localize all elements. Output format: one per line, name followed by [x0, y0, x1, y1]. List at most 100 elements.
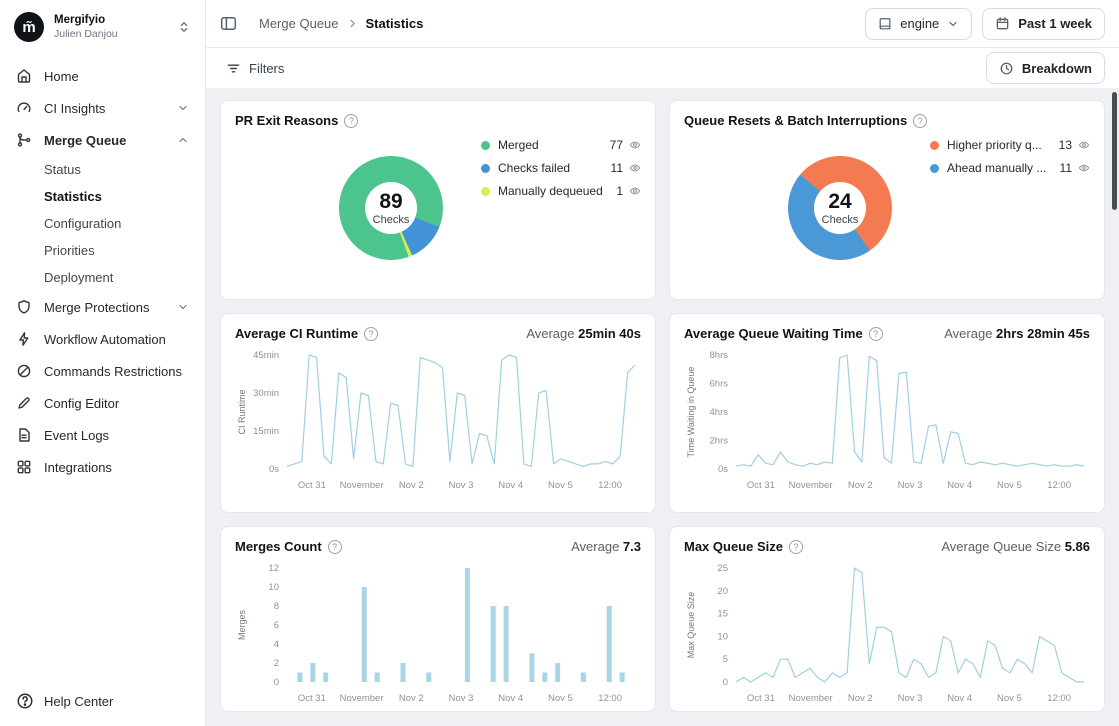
breadcrumb-separator-icon [347, 18, 358, 29]
svg-text:Nov 5: Nov 5 [548, 693, 573, 704]
card-title: Average CI Runtime [235, 326, 358, 341]
breakdown-button[interactable]: Breakdown [986, 52, 1105, 84]
shield-icon [16, 299, 32, 315]
filters-label: Filters [249, 61, 284, 76]
svg-text:0: 0 [274, 677, 279, 688]
sidebar-item-workflow-automation[interactable]: Workflow Automation [0, 323, 205, 355]
sidebar-nav: Home CI Insights Merge Queue Status Stat… [0, 52, 205, 676]
filters-button[interactable]: Filters [220, 57, 290, 80]
sidebar-item-home[interactable]: Home [0, 60, 205, 92]
svg-text:Merges: Merges [237, 609, 247, 640]
help-icon[interactable] [344, 114, 358, 128]
svg-text:Nov 2: Nov 2 [848, 693, 873, 704]
help-icon[interactable] [913, 114, 927, 128]
donut-total: 89 [379, 190, 402, 213]
svg-text:Max Queue Size: Max Queue Size [686, 592, 696, 659]
legend-label: Higher priority q... [947, 138, 1051, 152]
legend-dot [481, 164, 490, 173]
sidebar-item-label: Home [44, 69, 79, 84]
donut-center: 89 Checks [339, 156, 443, 260]
help-icon[interactable] [869, 327, 883, 341]
svg-text:0s: 0s [718, 464, 728, 475]
legend-dot [930, 141, 939, 150]
eye-icon[interactable] [629, 186, 641, 196]
sidebar-item-ci-insights[interactable]: CI Insights [0, 92, 205, 124]
svg-text:Nov 4: Nov 4 [947, 480, 972, 491]
sidebar-item-label: Merge Protections [44, 300, 150, 315]
legend-item: Manually dequeued 1 [481, 184, 641, 198]
sidebar-item-integrations[interactable]: Integrations [0, 451, 205, 483]
sidebar-item-event-logs[interactable]: Event Logs [0, 419, 205, 451]
sidebar-item-label: Integrations [44, 460, 112, 475]
legend-value: 77 [610, 138, 623, 152]
sidebar-item-config-editor[interactable]: Config Editor [0, 387, 205, 419]
chevron-down-icon [177, 301, 189, 313]
card-title: Average Queue Waiting Time [684, 326, 863, 341]
help-icon[interactable] [328, 540, 342, 554]
app: m̃ Mergifyio Julien Danjou Home CI Insig… [0, 0, 1119, 726]
filter-toolbar: Filters Breakdown [206, 48, 1119, 88]
sidebar-item-configuration[interactable]: Configuration [0, 210, 205, 237]
chevron-down-icon [177, 102, 189, 114]
card-title: PR Exit Reasons [235, 113, 338, 128]
sidebar-item-label: Merge Queue [44, 133, 126, 148]
sidebar-toggle-icon[interactable] [220, 15, 237, 32]
sidebar-item-label: Event Logs [44, 428, 109, 443]
sidebar-item-commands-restrictions[interactable]: Commands Restrictions [0, 355, 205, 387]
eye-icon[interactable] [629, 140, 641, 150]
help-icon[interactable] [789, 540, 803, 554]
repo-selector-button[interactable]: engine [865, 8, 972, 40]
sidebar-item-statistics[interactable]: Statistics [0, 183, 205, 210]
integrations-icon [16, 459, 32, 475]
help-center-link[interactable]: Help Center [0, 676, 205, 726]
sidebar-item-priorities[interactable]: Priorities [0, 237, 205, 264]
svg-text:Oct 31: Oct 31 [298, 480, 326, 491]
donut-center-label: Checks [822, 214, 859, 226]
average-label: Average 7.3 [571, 539, 641, 554]
svg-text:Oct 31: Oct 31 [298, 693, 326, 704]
sidebar-item-deployment[interactable]: Deployment [0, 264, 205, 291]
svg-text:Nov 5: Nov 5 [997, 693, 1022, 704]
svg-text:0: 0 [723, 677, 728, 688]
card-title: Merges Count [235, 539, 322, 554]
sidebar-item-label: CI Insights [44, 101, 105, 116]
org-block: Mergifyio Julien Danjou [54, 13, 118, 41]
svg-text:8: 8 [274, 601, 279, 612]
legend-item: Higher priority q... 13 [930, 138, 1090, 152]
sidebar-item-merge-protections[interactable]: Merge Protections [0, 291, 205, 323]
breakdown-label: Breakdown [1022, 61, 1092, 76]
eye-icon[interactable] [629, 163, 641, 173]
topbar: Merge Queue Statistics engine Past 1 wee… [206, 0, 1119, 48]
select-updown-icon[interactable] [177, 20, 191, 34]
average-prefix: Average [944, 326, 992, 341]
svg-text:Nov 2: Nov 2 [399, 693, 424, 704]
svg-text:4hrs: 4hrs [710, 407, 729, 418]
help-icon[interactable] [364, 327, 378, 341]
svg-text:Nov 3: Nov 3 [898, 693, 923, 704]
svg-text:6: 6 [274, 620, 279, 631]
svg-text:November: November [789, 480, 833, 491]
org-name: Mergifyio [54, 13, 118, 27]
svg-text:2hrs: 2hrs [710, 436, 729, 447]
svg-text:Oct 31: Oct 31 [747, 480, 775, 491]
sidebar-item-merge-queue[interactable]: Merge Queue [0, 124, 205, 156]
org-switcher[interactable]: m̃ Mergifyio Julien Danjou [0, 0, 205, 52]
svg-text:Nov 3: Nov 3 [449, 480, 474, 491]
eye-icon[interactable] [1078, 163, 1090, 173]
chevron-down-icon [947, 18, 959, 30]
date-range-label: Past 1 week [1018, 16, 1092, 31]
legend-value: 1 [616, 184, 623, 198]
sidebar-item-status[interactable]: Status [0, 156, 205, 183]
date-range-button[interactable]: Past 1 week [982, 8, 1105, 40]
eye-icon[interactable] [1078, 140, 1090, 150]
average-label: Average 25min 40s [526, 326, 641, 341]
svg-text:November: November [340, 480, 384, 491]
breadcrumb-parent[interactable]: Merge Queue [259, 16, 339, 31]
svg-text:20: 20 [717, 586, 728, 597]
card-title: Max Queue Size [684, 539, 783, 554]
restriction-icon [16, 363, 32, 379]
repo-icon [878, 17, 892, 31]
card-max-queue-size: Max Queue Size Average Queue Size 5.86 M… [669, 526, 1105, 712]
legend-value: 13 [1059, 138, 1072, 152]
vertical-scrollbar[interactable] [1112, 92, 1117, 210]
